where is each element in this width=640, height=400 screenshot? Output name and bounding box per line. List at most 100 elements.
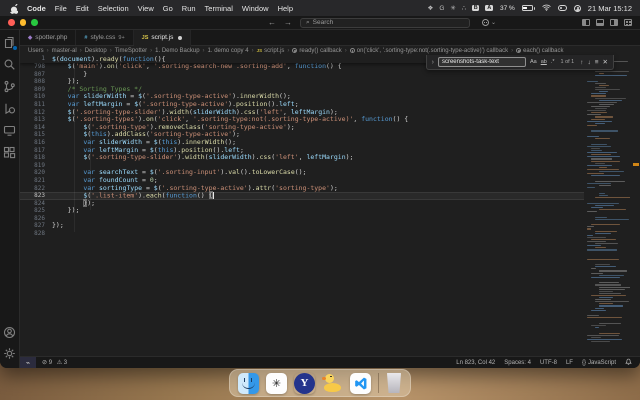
notifications-bell-icon[interactable] [625,358,632,367]
source-control-icon[interactable] [3,80,16,93]
breadcrumb-item[interactable]: each() callback [516,48,563,54]
status-ln-823-col-42[interactable]: Ln 823, Col 42 [456,360,495,366]
dock-finder-icon[interactable] [238,373,259,394]
toggle-primary-sidebar-icon[interactable] [582,19,590,26]
breadcrumb-item[interactable]: 1. demo copy 4 [208,48,249,54]
dock-duck-icon[interactable] [322,373,343,394]
close-window-button[interactable] [8,19,15,26]
toggle-secondary-sidebar-icon[interactable] [610,19,618,26]
nav-back-button[interactable]: ← [268,18,276,27]
status-javascript[interactable]: {}JavaScript [582,360,616,366]
menu-terminal[interactable]: Terminal [205,4,233,13]
tab-style.css[interactable]: #style.css9+ [76,30,133,45]
line-number: 815 [20,131,52,139]
dock-chatgpt-icon[interactable]: ✳ [266,373,287,394]
extensions-icon[interactable] [3,146,16,159]
find-prev-button[interactable]: ↑ [580,59,583,66]
code-line-818[interactable]: 818 $('.sorting-type-slider').width(slid… [20,154,584,162]
breadcrumb: Users›master-al›Desktop›TimeSpotter›1. D… [20,46,640,55]
menu-go[interactable]: Go [163,4,173,13]
find-toggle-chevron-icon[interactable]: › [432,59,434,66]
input-source-icon[interactable]: A [485,5,493,12]
paw-app-icon[interactable]: ∴ [462,4,466,12]
code-line-823[interactable]: 823 $('.list-item').each(function() { [20,192,584,200]
code-line-827[interactable]: 827}); [20,222,584,230]
breadcrumb-item[interactable]: on('click', '.sorting-type:not(.sorting-… [350,48,508,54]
menu-edit[interactable]: Edit [76,4,89,13]
code-line-807[interactable]: 807 } [20,71,584,79]
menu-help[interactable]: Help [278,4,293,13]
dock-trash-icon[interactable] [386,373,402,393]
settings-gear-icon[interactable] [3,347,16,360]
command-center-search[interactable]: ⌕ Search [300,18,470,28]
find-next-button[interactable]: ↓ [588,59,591,66]
explorer-icon[interactable] [3,36,16,49]
battery-icon[interactable] [522,5,535,11]
code-lines: 798 $('main').on('click', '.sorting-sear… [20,63,584,238]
activity-bar [0,30,20,368]
dock-y-browser-icon[interactable]: Y [294,373,315,394]
match-case-toggle[interactable]: Aa [530,59,537,65]
problems-indicator[interactable]: ⊘ 9 ⚠ 3 [42,359,67,366]
menu-view[interactable]: View [138,4,154,13]
remote-explorer-icon[interactable] [3,124,16,137]
line-number: 811 [20,101,52,109]
code-line-828[interactable]: 828 [20,230,584,238]
menu-selection[interactable]: Selection [98,4,129,13]
apple-logo-icon[interactable] [10,4,18,13]
menu-code[interactable]: Code [27,4,46,13]
breadcrumb-separator: › [203,48,205,54]
code-line-824[interactable]: 824 }); [20,200,584,208]
account-icon[interactable] [3,326,16,339]
status-utf-8[interactable]: UTF-8 [540,360,557,366]
asterisk-app-icon[interactable]: ✳ [450,4,455,12]
nav-forward-button[interactable]: → [284,18,292,27]
minimize-window-button[interactable] [20,19,27,26]
remote-indicator[interactable]: ⌁ [20,357,36,368]
tab-script.js[interactable]: JSscript.js [134,30,192,46]
breadcrumb-item[interactable]: ready() callback [292,48,341,54]
run-debug-icon[interactable] [3,102,16,115]
code-line-826[interactable]: 826 [20,215,584,223]
regex-toggle[interactable]: .* [551,59,555,65]
toggle-panel-icon[interactable] [596,19,604,26]
menu-clock[interactable]: 21 Mar 15:12 [588,4,632,13]
wifi-icon[interactable] [542,4,551,13]
shield-icon[interactable]: ❖ [427,4,433,12]
code-line-825[interactable]: 825 }); [20,207,584,215]
code-area[interactable]: 1$(document).ready(function(){ 798 $('ma… [20,55,584,356]
whole-word-toggle[interactable]: ab [541,59,547,65]
breadcrumb-item[interactable]: master-al [52,48,77,54]
breadcrumb-item[interactable]: Users [28,48,44,54]
menu-run[interactable]: Run [182,4,196,13]
search-sidebar-icon[interactable] [3,58,16,71]
find-in-selection-button[interactable]: ≡ [595,59,599,66]
zoom-window-button[interactable] [31,19,38,26]
line-number: 810 [20,93,52,101]
find-input[interactable] [438,57,526,67]
breadcrumb-item[interactable]: Desktop [85,48,107,54]
dock: ✳ Y [229,369,411,397]
b-app-icon[interactable]: B [472,5,480,12]
line-number: 823 [20,192,52,200]
menu-window[interactable]: Window [242,4,269,13]
menu-file[interactable]: File [55,4,67,13]
breadcrumb-item[interactable]: TimeSpotter [115,48,147,54]
find-close-button[interactable]: ✕ [603,58,608,66]
fast-user-switch-icon[interactable] [574,5,581,12]
g-app-icon[interactable]: G [439,5,444,12]
minimap-content [586,57,630,356]
tab-spotter.php[interactable]: ◆spotter.php [20,30,76,45]
minimap[interactable] [584,55,640,356]
copilot-menu[interactable]: ⌄ [482,19,496,26]
status-spaces-4[interactable]: Spaces: 4 [504,360,531,366]
title-bar[interactable]: ← → ⌕ Search ⌄ [0,16,640,30]
status-lf[interactable]: LF [566,360,573,366]
breadcrumb-item[interactable]: 1. Demo Backup [155,48,199,54]
line-number: 827 [20,222,52,230]
customize-layout-icon[interactable] [624,19,632,26]
dock-vscode-icon[interactable] [350,373,371,394]
control-center-icon[interactable] [558,5,567,11]
editor[interactable]: 1$(document).ready(function(){ 798 $('ma… [20,55,640,356]
breadcrumb-item[interactable]: JSscript.js [257,48,285,54]
